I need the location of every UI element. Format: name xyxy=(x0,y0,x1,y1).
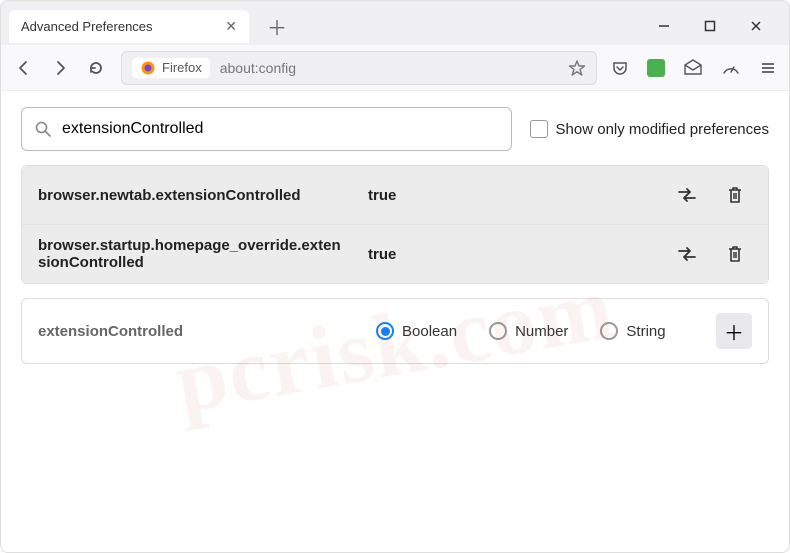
tab-title: Advanced Preferences xyxy=(21,19,153,34)
checkbox-icon xyxy=(530,120,548,138)
menu-button[interactable] xyxy=(759,59,777,77)
bookmark-star-icon[interactable] xyxy=(568,59,586,77)
type-label: Boolean xyxy=(402,323,457,340)
maximize-button[interactable] xyxy=(701,17,719,35)
search-input[interactable] xyxy=(62,120,499,138)
search-row: Show only modified preferences xyxy=(21,107,769,151)
new-pref-name: extensionControlled xyxy=(38,323,348,340)
radio-icon xyxy=(600,322,618,340)
toolbar: Firefox about:config xyxy=(1,45,789,91)
delete-button[interactable] xyxy=(718,237,752,271)
browser-window: Advanced Preferences ✕ ＋ xyxy=(0,0,790,553)
firefox-pill: Firefox xyxy=(132,58,210,78)
active-tab[interactable]: Advanced Preferences ✕ xyxy=(9,10,249,43)
type-label: String xyxy=(626,323,665,340)
minimize-button[interactable] xyxy=(655,17,673,35)
toolbar-right-icons xyxy=(611,59,777,77)
pref-name: browser.newtab.extensionControlled xyxy=(38,187,348,204)
type-string[interactable]: String xyxy=(600,322,665,340)
radio-icon xyxy=(489,322,507,340)
pref-value: true xyxy=(368,187,650,204)
forward-button[interactable] xyxy=(49,57,71,79)
mail-icon[interactable] xyxy=(683,59,703,77)
speed-icon[interactable] xyxy=(721,59,741,77)
extension-icon[interactable] xyxy=(647,59,665,77)
pocket-icon[interactable] xyxy=(611,59,629,77)
close-window-button[interactable] xyxy=(747,17,765,35)
row-actions xyxy=(670,178,752,212)
radio-icon xyxy=(376,322,394,340)
product-label: Firefox xyxy=(162,60,202,75)
pref-row: browser.startup.homepage_override.extens… xyxy=(22,225,768,283)
type-number[interactable]: Number xyxy=(489,322,568,340)
new-pref-row: extensionControlled Boolean Number Strin… xyxy=(21,298,769,364)
type-boolean[interactable]: Boolean xyxy=(376,322,457,340)
new-tab-button[interactable]: ＋ xyxy=(261,12,293,41)
show-modified-toggle[interactable]: Show only modified preferences xyxy=(530,120,769,138)
reload-button[interactable] xyxy=(85,57,107,79)
pref-value: true xyxy=(368,246,650,263)
pref-row: browser.newtab.extensionControlled true xyxy=(22,166,768,225)
content-area: Show only modified preferences browser.n… xyxy=(1,91,789,552)
search-box[interactable] xyxy=(21,107,512,151)
pref-name: browser.startup.homepage_override.extens… xyxy=(38,237,348,271)
url-text: about:config xyxy=(220,60,296,76)
toggle-button[interactable] xyxy=(670,178,704,212)
window-controls xyxy=(655,17,781,35)
search-icon xyxy=(34,120,52,138)
firefox-icon xyxy=(140,60,156,76)
show-modified-label: Show only modified preferences xyxy=(556,121,769,138)
add-pref-button[interactable]: ＋ xyxy=(716,313,752,349)
url-bar[interactable]: Firefox about:config xyxy=(121,51,597,85)
tab-bar: Advanced Preferences ✕ ＋ xyxy=(1,1,789,45)
delete-button[interactable] xyxy=(718,178,752,212)
close-tab-icon[interactable]: ✕ xyxy=(225,18,237,35)
back-button[interactable] xyxy=(13,57,35,79)
results-list: browser.newtab.extensionControlled true … xyxy=(21,165,769,284)
type-options: Boolean Number String xyxy=(376,322,666,340)
type-label: Number xyxy=(515,323,568,340)
row-actions xyxy=(670,237,752,271)
toggle-button[interactable] xyxy=(670,237,704,271)
